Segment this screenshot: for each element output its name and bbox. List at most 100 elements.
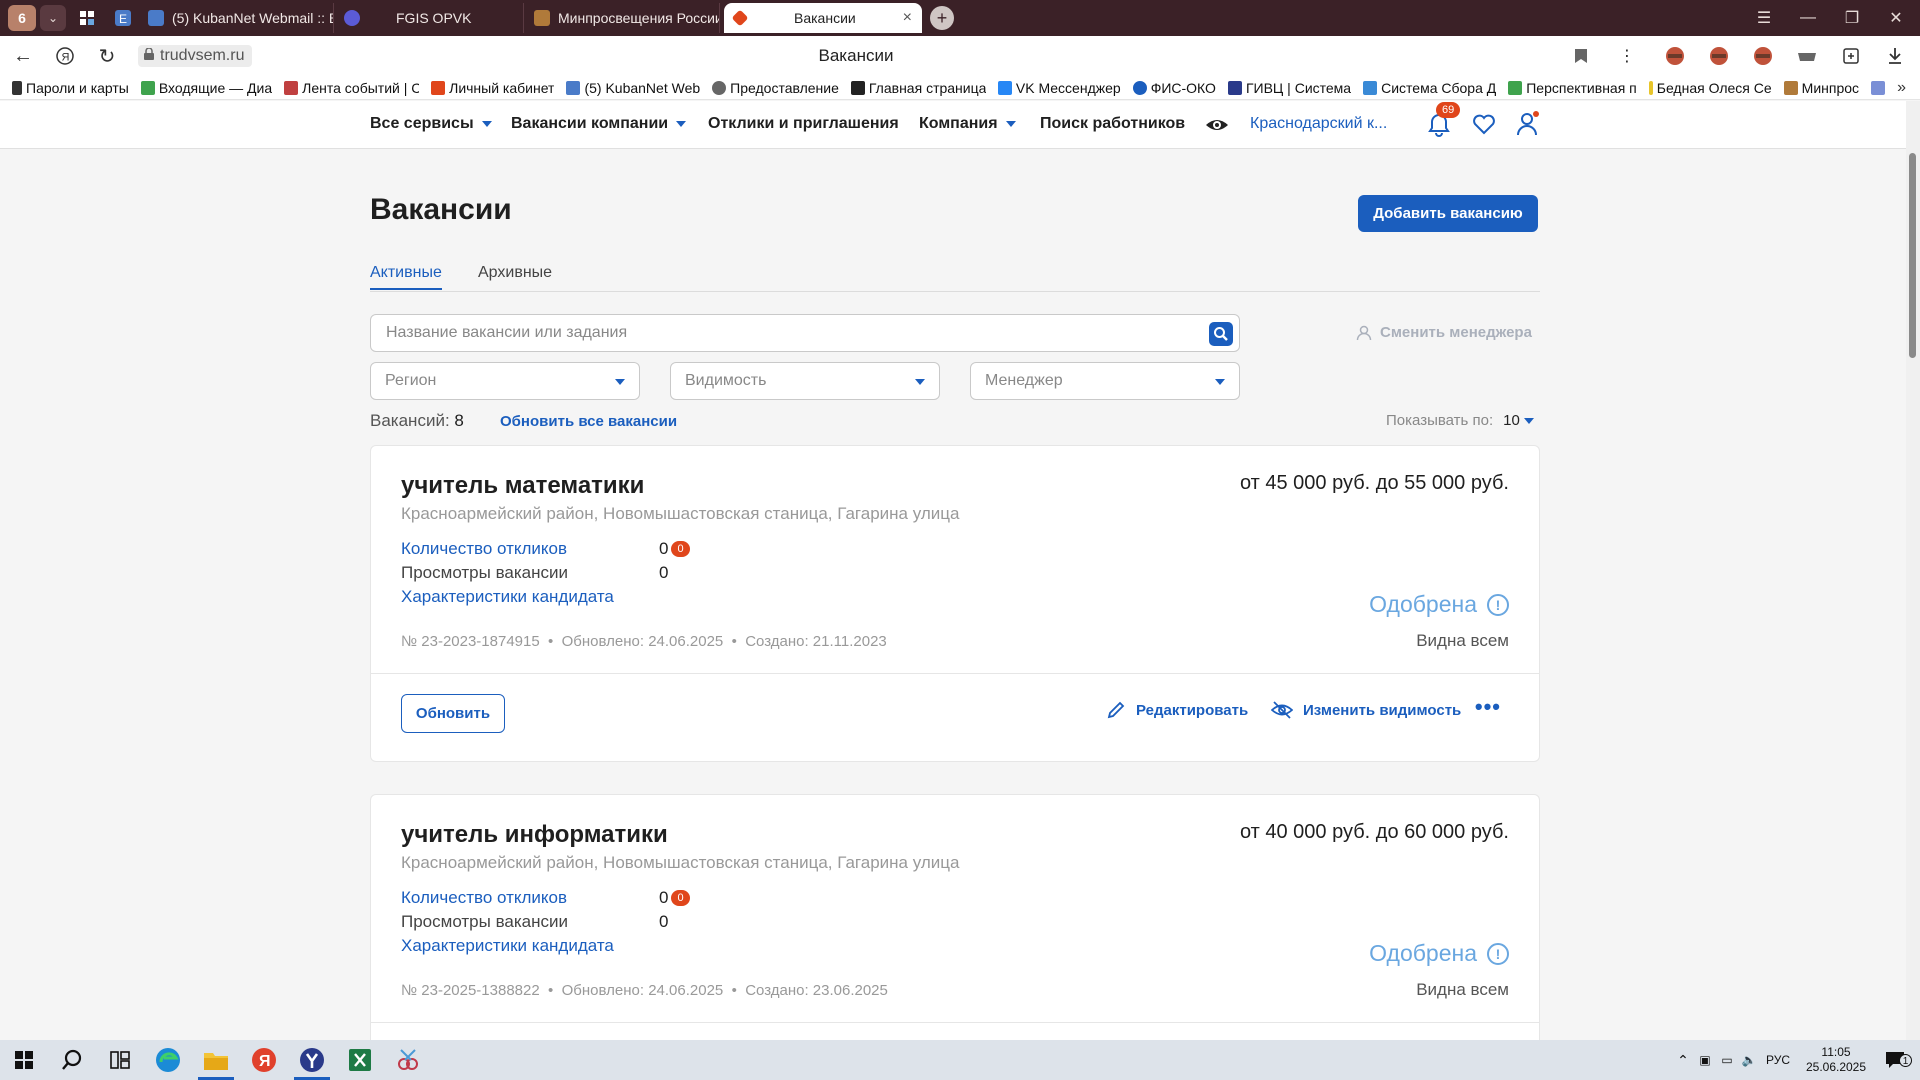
refresh-vacancy-button[interactable]: Обновить (401, 694, 505, 733)
nav-search-workers[interactable]: Поиск работников (1040, 115, 1185, 133)
yandex-browser-icon[interactable]: Я (240, 1040, 288, 1080)
language-indicator[interactable]: РУС (1760, 1053, 1796, 1067)
bookmark-icon[interactable] (1564, 40, 1598, 72)
vacancy-title[interactable]: учитель математики (401, 472, 644, 500)
candidate-characteristics-link[interactable]: Характеристики кандидата (401, 936, 614, 956)
vacancy-tabs: Активные Архивные (370, 262, 1540, 292)
change-visibility-button[interactable]: Изменить видимость (1271, 700, 1461, 720)
bookmark-item[interactable] (1871, 80, 1886, 95)
bookmark-item[interactable]: Главная страница (850, 80, 986, 96)
bookmark-item[interactable]: Входящие — Диа (140, 80, 272, 96)
heart-icon[interactable] (1472, 113, 1496, 140)
bookmark-item[interactable]: Система Сбора Д (1363, 80, 1496, 96)
volume-muted-icon[interactable]: 🔈 (1738, 1053, 1760, 1067)
file-explorer-icon[interactable] (192, 1040, 240, 1080)
bookmark-item[interactable]: Бедная Олеся Се (1648, 80, 1772, 96)
browser-menu-icon[interactable]: ☰ (1742, 0, 1786, 36)
bookmark-item[interactable]: (5) KubanNet Web (566, 80, 700, 96)
extension-icon-2[interactable] (1702, 40, 1736, 72)
search-input[interactable]: Название вакансии или задания (370, 314, 1240, 352)
more-options-icon[interactable]: ••• (1475, 694, 1501, 720)
tab-close-icon[interactable]: × (903, 9, 912, 27)
key-icon (12, 80, 22, 95)
tab-minprosvesheniya[interactable]: Минпросвещения России (524, 3, 720, 33)
search-button[interactable] (1209, 322, 1233, 346)
collections-icon[interactable] (1834, 40, 1868, 72)
add-vacancy-button[interactable]: Добавить вакансию (1358, 195, 1538, 232)
more-bookmarks-icon[interactable]: » (1897, 79, 1906, 97)
user-icon[interactable] (1516, 111, 1540, 142)
responses-link[interactable]: Количество откликов (401, 888, 567, 908)
refresh-all-button[interactable]: Обновить все вакансии (500, 413, 677, 430)
bookmark-item[interactable]: Перспективная п (1508, 80, 1637, 96)
download-icon[interactable] (1878, 40, 1912, 72)
yandex-icon[interactable]: Я (44, 36, 86, 76)
per-page-selector[interactable]: Показывать по: 10 (1386, 412, 1534, 429)
extension-icon-4[interactable] (1790, 40, 1824, 72)
status-badge: Одобрена! (1369, 591, 1509, 618)
vacancy-meta: № 23-2023-1874915 • Обновлено: 24.06.202… (401, 633, 887, 650)
visibility-filter[interactable]: Видимость (670, 362, 940, 400)
tab-counter[interactable]: 6 (8, 5, 36, 31)
task-view-icon[interactable] (96, 1040, 144, 1080)
camera-icon[interactable]: ▣ (1694, 1053, 1716, 1067)
responses-link[interactable]: Количество откликов (401, 539, 567, 559)
yandex-browser-active-icon[interactable] (288, 1040, 336, 1080)
info-icon[interactable]: ! (1487, 593, 1509, 616)
close-window-icon[interactable]: ✕ (1874, 0, 1918, 36)
pinned-tab-2[interactable]: E (108, 4, 138, 32)
bookmark-item[interactable]: Личный кабинет (431, 80, 554, 96)
region-selector[interactable]: Краснодарский к... (1250, 115, 1387, 133)
edge-icon[interactable] (144, 1040, 192, 1080)
excel-icon[interactable] (336, 1040, 384, 1080)
clock[interactable]: 11:05 25.06.2025 (1796, 1045, 1876, 1075)
bookmark-item[interactable]: ГИВЦ | Система (1227, 80, 1351, 96)
extension-icon-3[interactable] (1746, 40, 1780, 72)
bookmark-item[interactable]: Пароли и карты (12, 80, 129, 96)
back-icon[interactable]: ← (2, 36, 44, 76)
bookmark-item[interactable]: Минпрос (1783, 80, 1859, 96)
nav-company-vacancies[interactable]: Вакансии компании (511, 115, 687, 133)
new-tab-button[interactable]: + (930, 6, 954, 30)
bookmark-item[interactable]: Предоставление (712, 80, 839, 96)
more-vert-icon[interactable]: ⋮ (1610, 40, 1644, 72)
pinned-tab-1[interactable] (72, 4, 102, 32)
e-mail-icon: E (115, 10, 131, 26)
extension-icon-1[interactable] (1658, 40, 1692, 72)
region-filter[interactable]: Регион (370, 362, 640, 400)
snipping-tool-icon[interactable] (384, 1040, 432, 1080)
minimize-icon[interactable]: — (1786, 0, 1830, 36)
network-icon[interactable]: ▭ (1716, 1053, 1738, 1067)
nav-all-services[interactable]: Все сервисы (370, 115, 492, 133)
edit-button[interactable]: Редактировать (1106, 700, 1248, 720)
bookmark-item[interactable]: VK Мессенджер (997, 80, 1121, 96)
page-scrollbar[interactable] (1906, 101, 1920, 1040)
bookmark-item[interactable]: Лента событий | С (284, 80, 419, 96)
nav-responses[interactable]: Отклики и приглашения (708, 115, 899, 133)
bookmark-item[interactable]: ФИС-ОКО (1132, 80, 1216, 96)
change-manager-button[interactable]: Сменить менеджера (1356, 324, 1532, 341)
notification-center-icon[interactable]: 1 (1876, 1051, 1914, 1069)
candidate-characteristics-link[interactable]: Характеристики кандидата (401, 587, 614, 607)
manager-filter[interactable]: Менеджер (970, 362, 1240, 400)
reload-icon[interactable]: ↻ (86, 36, 128, 76)
tab-archived[interactable]: Архивные (478, 264, 552, 282)
eye-icon[interactable] (1205, 115, 1229, 140)
chevron-up-icon[interactable]: ⌃ (1672, 1052, 1694, 1069)
tab-kubannet[interactable]: (5) KubanNet Webmail :: В (138, 3, 334, 33)
chevron-down-icon (615, 379, 625, 385)
tab-fgis-opvk[interactable]: FGIS OPVK (334, 3, 524, 33)
vacancy-title[interactable]: учитель информатики (401, 821, 668, 849)
info-icon[interactable]: ! (1487, 942, 1509, 965)
search-taskbar-icon[interactable] (48, 1040, 96, 1080)
tabs-dropdown-icon[interactable]: ⌄ (40, 5, 66, 31)
feed-icon (284, 80, 299, 95)
nav-company[interactable]: Компания (919, 115, 1016, 133)
restore-icon[interactable]: ❐ (1830, 0, 1874, 36)
start-icon[interactable] (0, 1040, 48, 1080)
scrollbar-thumb[interactable] (1909, 153, 1916, 358)
tab-active[interactable]: Активные (370, 264, 442, 290)
url-field[interactable]: Вакансии trudvsem.ru (138, 44, 1574, 68)
tab-vakansii[interactable]: Вакансии × (724, 3, 922, 33)
time-text: 11:05 (1821, 1045, 1851, 1059)
